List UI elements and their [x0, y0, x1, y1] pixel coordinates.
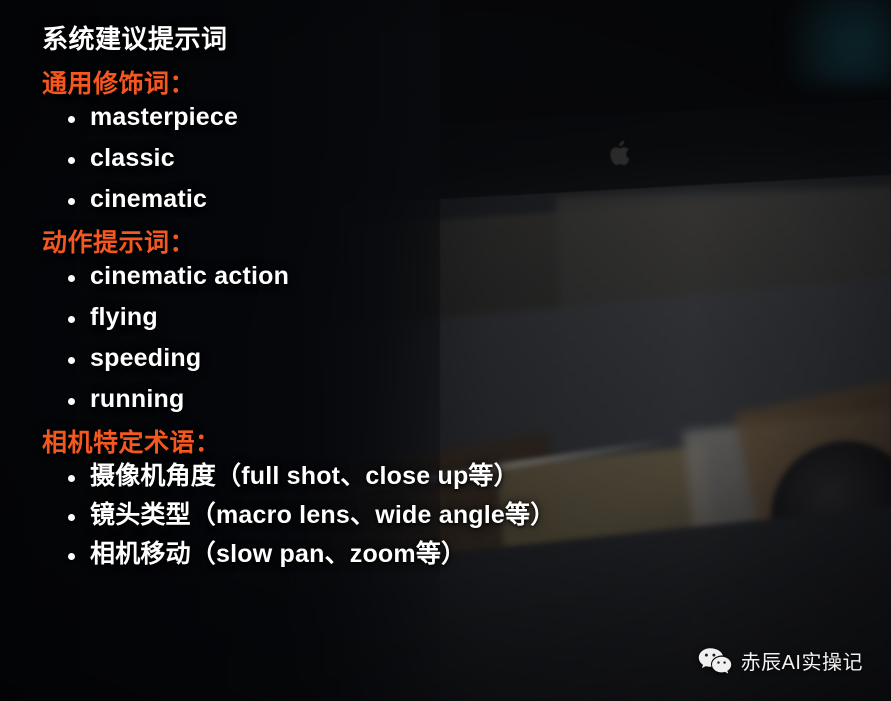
bullet-list-camera-terms: 摄像机角度（full shot、close up等） 镜头类型（macro le…	[42, 464, 861, 567]
list-item: masterpiece	[42, 105, 861, 130]
list-item: speeding	[42, 346, 861, 371]
bullet-list-action-prompts: cinematic action flying speeding running	[42, 264, 861, 412]
watermark-label: 赤辰AI实操记	[740, 652, 863, 674]
list-item: running	[42, 387, 861, 412]
slide-content: 系统建议提示词 通用修饰词： masterpiece classic cinem…	[0, 0, 891, 581]
list-item: 镜头类型（macro lens、wide angle等）	[42, 503, 861, 528]
bullet-list-general-modifiers: masterpiece classic cinematic	[42, 105, 861, 212]
wechat-icon	[698, 647, 732, 675]
list-item: cinematic action	[42, 264, 861, 289]
slide: 系统建议提示词 通用修饰词： masterpiece classic cinem…	[0, 0, 891, 701]
list-item: flying	[42, 305, 861, 330]
section-heading-camera-terms: 相机特定术语：	[42, 429, 221, 458]
section-heading-general-modifiers: 通用修饰词：	[42, 70, 196, 99]
list-item: 摄像机角度（full shot、close up等）	[42, 464, 861, 489]
section-heading-action-prompts: 动作提示词：	[42, 229, 196, 258]
list-item: 相机移动（slow pan、zoom等）	[42, 542, 861, 567]
watermark: 赤辰AI实操记	[698, 646, 863, 675]
list-item: classic	[42, 146, 861, 171]
page-title: 系统建议提示词	[42, 24, 228, 54]
list-item: cinematic	[42, 187, 861, 212]
